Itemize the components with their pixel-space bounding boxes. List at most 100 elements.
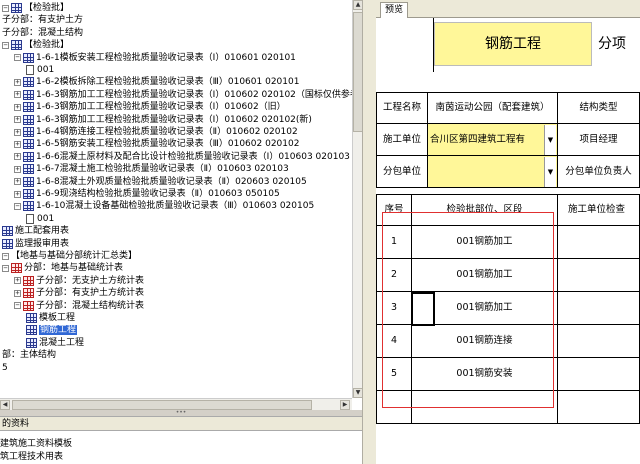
tree-node-selected[interactable]: 钢筋工程 [26, 324, 78, 336]
label-project-manager: 项目经理 [558, 124, 640, 156]
seq-header: 序号 [376, 194, 412, 226]
empty-cell[interactable] [558, 391, 640, 424]
tree-node[interactable]: 模板工程 [26, 312, 75, 324]
tree-vertical-scrollbar[interactable]: ▲ ▼ [352, 0, 363, 398]
tree-node-label: 1-6-2模板拆除工程检验批质量验收记录表（Ⅲ）010601 020101 [36, 77, 300, 88]
expand-icon[interactable]: + [14, 128, 21, 136]
chevron-down-icon[interactable]: ▼ [544, 125, 556, 155]
row-check[interactable] [558, 325, 640, 358]
tree-node[interactable]: − 子分部：混凝土结构统计表 [14, 300, 144, 312]
table-icon [23, 114, 34, 125]
expand-icon[interactable]: + [14, 277, 21, 285]
table-icon [26, 325, 37, 336]
tree-node[interactable]: 混凝土工程 [26, 337, 84, 349]
tree-node[interactable]: + 子分部：有支护土方统计表 [14, 287, 144, 299]
tree-node[interactable]: − 1-6-1模板安装工程检验批质量验收记录表（Ⅰ）010601 020101 [14, 52, 296, 64]
tree-node[interactable]: 监理报审用表 [2, 238, 69, 250]
table-icon [11, 3, 22, 13]
tree-node-label: 施工配套用表 [15, 226, 70, 237]
empty-cell[interactable] [412, 391, 558, 424]
tree-node[interactable]: +1-6-2模板拆除工程检验批质量验收记录表（Ⅲ）010601 020101 [14, 76, 299, 88]
label-project-name: 工程名称 [376, 92, 428, 124]
row-part[interactable]: 001钢筋加工 [412, 226, 558, 259]
table-icon [23, 176, 34, 187]
subcontract-unit-select[interactable] [428, 156, 558, 188]
expand-icon[interactable]: + [14, 78, 21, 86]
table-icon [26, 313, 37, 323]
expand-icon[interactable]: + [14, 289, 21, 297]
table-icon [26, 337, 37, 348]
tree-node[interactable]: +1-6-7混凝土施工检验批质量验收记录表（Ⅱ）010603 020103 [14, 163, 289, 175]
row-number: 2 [376, 259, 412, 292]
tree-node[interactable]: +1-6-6混凝土原材料及配合比设计检验批质量验收记录表（Ⅰ）010603 02… [14, 151, 350, 163]
tree-node[interactable]: − 【检验批】 [2, 39, 69, 51]
empty-cell[interactable] [376, 391, 412, 424]
form-sheet: 钢筋工程 分项 工程名称 南茵运动公园（配套建筑） 结构类型 施工单位 合川区第… [376, 18, 640, 464]
tree-panel[interactable]: − 【检验批】 子分部：有支护土方 子分部：混凝土结构 − 【检验批】 −1-6-1模板安装… [0, 0, 362, 410]
row-part[interactable]: 001钢筋连接 [412, 325, 558, 358]
tree-node[interactable]: − 【检验批】 [2, 2, 69, 14]
expand-icon[interactable]: + [14, 140, 21, 148]
expand-icon[interactable]: + [14, 190, 21, 198]
row-part[interactable]: 001钢筋加工 [412, 259, 558, 292]
row-check[interactable] [558, 358, 640, 391]
tree-node[interactable]: +1-6-3钢筋加工工程检验批质量验收记录表（Ⅰ）010602 020102（国… [14, 89, 362, 101]
tree-node[interactable]: +1-6-5钢筋安装工程检验批质量验收记录表（Ⅲ）010602 020102 [14, 138, 299, 150]
label-construction-unit: 施工单位 [376, 124, 428, 156]
tree-node[interactable]: − 分部：地基与基础统计表 [2, 262, 123, 274]
tree-node-label: 1-6-5钢筋安装工程检验批质量验收记录表（Ⅲ）010602 020102 [36, 139, 300, 150]
tree-node[interactable]: 部：主体结构 [2, 349, 56, 361]
resource-item[interactable]: 筑工程技术用表 [0, 452, 63, 463]
table-icon [23, 201, 34, 212]
preview-tab-bar: 预览 [376, 0, 640, 18]
pane-divider[interactable] [362, 0, 376, 464]
collapse-icon[interactable]: − [14, 54, 21, 62]
project-name-field[interactable]: 南茵运动公园（配套建筑） [428, 92, 558, 124]
collapse-icon[interactable]: − [2, 41, 9, 49]
expand-icon[interactable]: + [14, 103, 21, 111]
expand-icon[interactable]: + [14, 165, 21, 173]
tree-node-label: 子分部：有支护土方 [2, 15, 84, 26]
collapse-icon[interactable]: − [2, 264, 9, 272]
collapse-icon[interactable]: − [2, 4, 9, 12]
tree-node[interactable]: +1-6-3钢筋加工工程检验批质量验收记录表（Ⅰ）010602（旧） [14, 101, 286, 113]
resource-tab[interactable]: 的资料 [0, 417, 362, 431]
collapse-icon[interactable]: − [2, 252, 9, 260]
tree-node[interactable]: 001 [26, 213, 54, 225]
tree-node[interactable]: 子分部：有支护土方 [2, 14, 83, 26]
resource-item[interactable]: 建筑施工资料模板 [0, 439, 72, 450]
construction-unit-select[interactable]: 合川区第四建筑工程有 [428, 124, 558, 156]
expand-icon[interactable]: + [14, 153, 21, 161]
tree-node[interactable]: +1-6-8混凝土外观质量检验批质量验收记录表（Ⅱ）020603 020105 [14, 176, 307, 188]
tree-node[interactable]: − 1-6-10混凝土设备基础检验批质量验收记录表（Ⅲ）010603 020105 [14, 200, 314, 212]
collapse-icon[interactable]: − [14, 202, 21, 210]
tree-node[interactable]: +1-6-3钢筋加工工程检验批质量验收记录表（Ⅰ）010602 020102(新… [14, 114, 312, 126]
tree-node[interactable]: − 【地基与基础分部统计汇总类】 [2, 250, 137, 262]
tree-node-label: 子分部：无支护土方统计表 [36, 275, 145, 286]
tree-node[interactable]: +1-6-4钢筋连接工程检验批质量验收记录表（Ⅱ）010602 020102 [14, 126, 298, 138]
form-title[interactable]: 钢筋工程 [434, 22, 592, 66]
hscroll-thumb[interactable] [12, 400, 312, 410]
row-check[interactable] [558, 259, 640, 292]
tree-node[interactable]: 施工配套用表 [2, 225, 69, 237]
table-icon [23, 288, 34, 299]
expand-icon[interactable]: + [14, 116, 21, 124]
tree-node[interactable]: 5 [2, 362, 8, 374]
chevron-down-icon[interactable]: ▼ [544, 157, 556, 187]
expand-icon[interactable]: + [14, 91, 21, 99]
scroll-right-icon[interactable]: ▶ [340, 400, 350, 410]
tree-node[interactable]: 001 [26, 64, 54, 76]
row-check[interactable] [558, 226, 640, 259]
scroll-left-icon[interactable]: ◀ [0, 400, 10, 410]
tree-node-label: 1-6-6混凝土原材料及配合比设计检验批质量验收记录表（Ⅰ）010603 020… [36, 151, 350, 162]
row-part[interactable]: 001钢筋安装 [412, 358, 558, 391]
tree-node[interactable]: 子分部：混凝土结构 [2, 27, 83, 39]
row-check[interactable] [558, 292, 640, 325]
collapse-icon[interactable]: − [14, 302, 21, 310]
row-part[interactable]: 001钢筋加工 [412, 292, 558, 325]
tree-node[interactable]: +1-6-9现浇结构检验批质量验收记录表（Ⅱ）010603 050105 [14, 188, 280, 200]
part-header: 检验批部位、区段 [412, 194, 558, 226]
tree-node[interactable]: + 子分部：无支护土方统计表 [14, 275, 144, 287]
tab-preview[interactable]: 预览 [380, 2, 409, 18]
expand-icon[interactable]: + [14, 178, 21, 186]
